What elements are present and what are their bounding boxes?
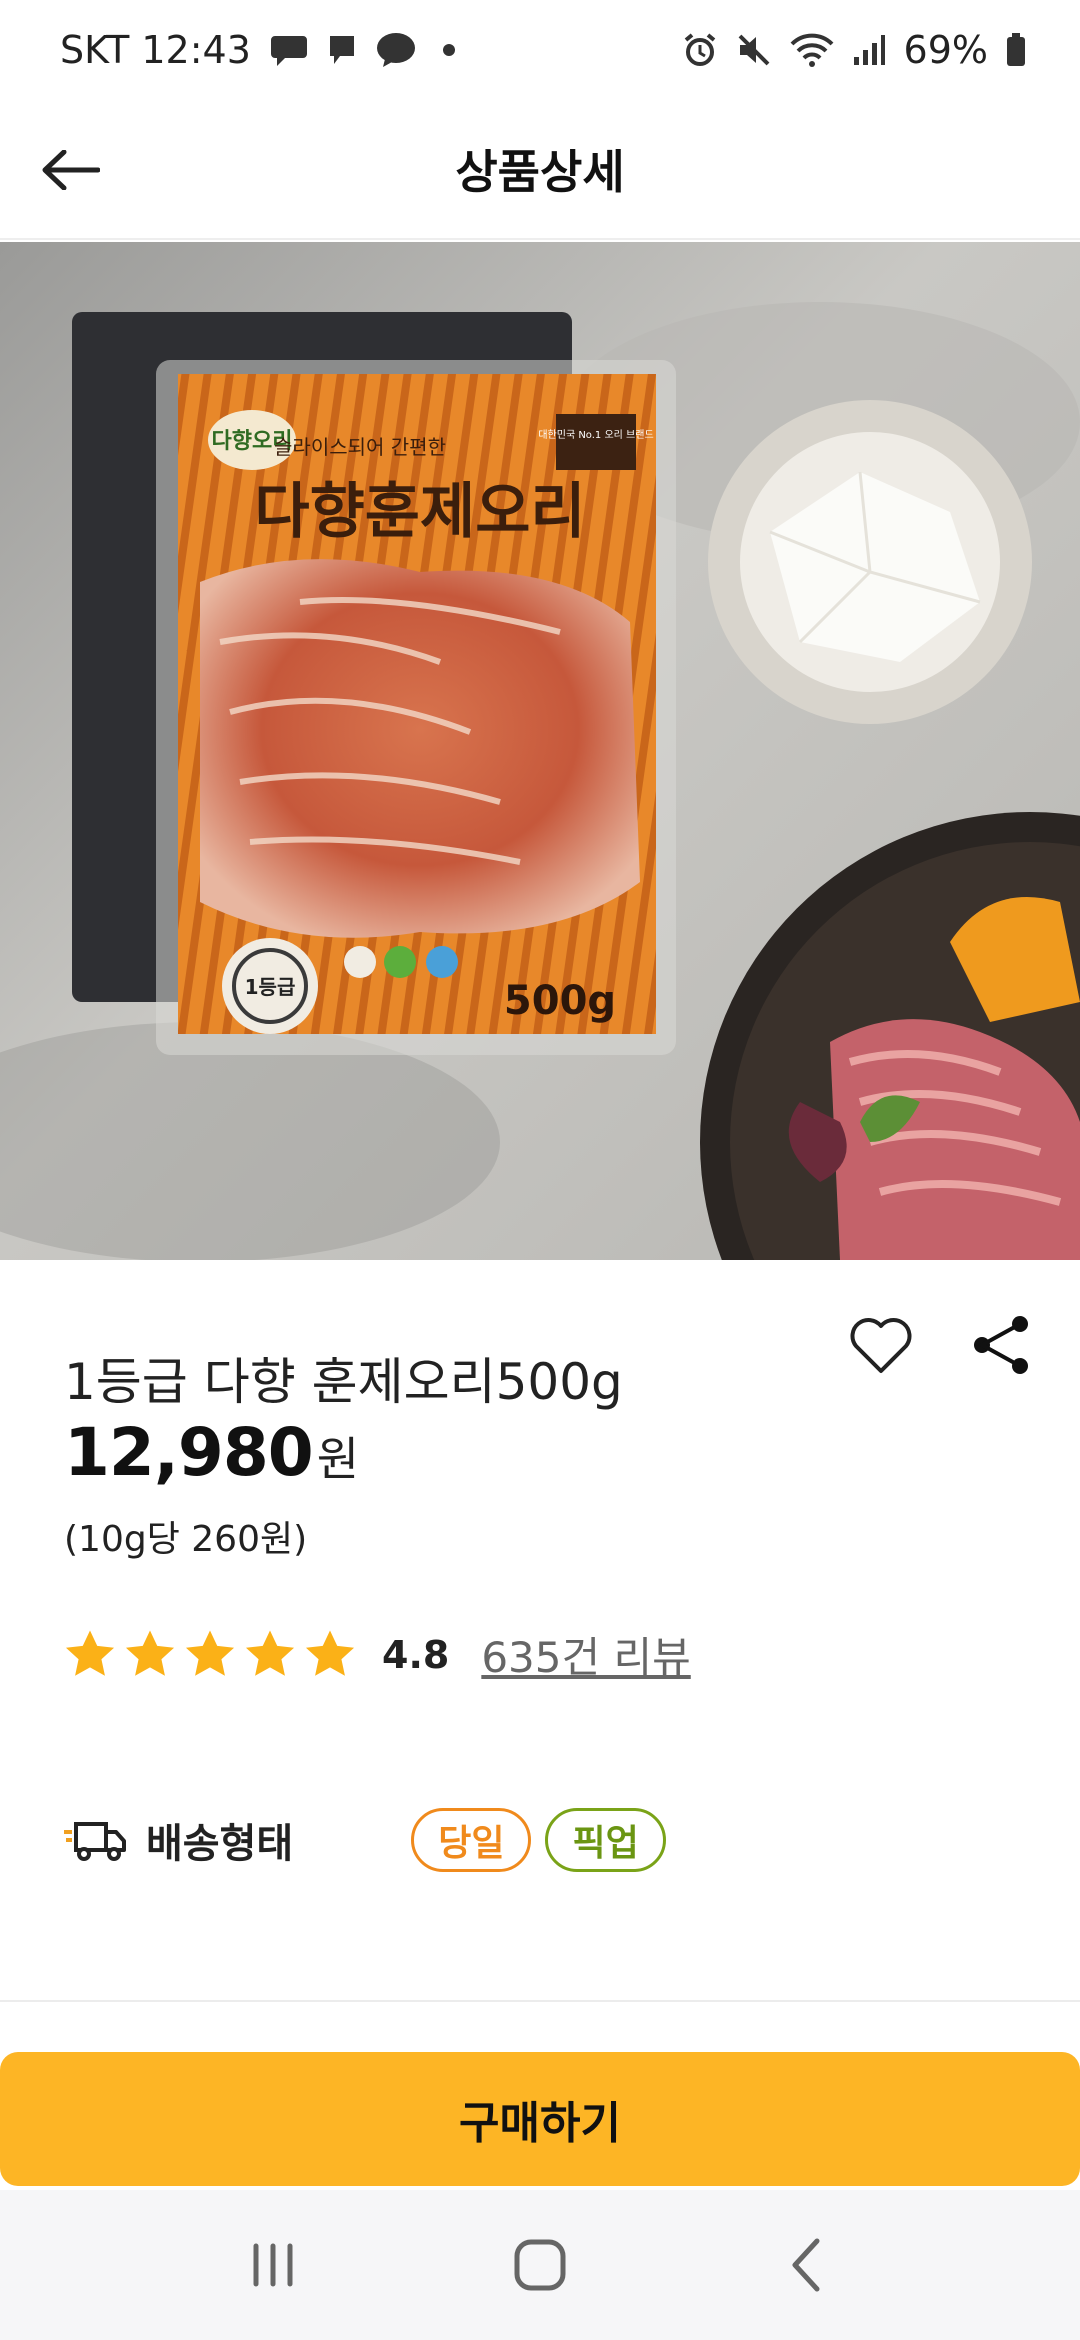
home-icon: [514, 2239, 566, 2291]
delivery-label: 배송형태: [146, 1821, 294, 1867]
unit-price: (10g당 260원): [64, 1519, 308, 1560]
product-price: 12,980: [64, 1414, 314, 1491]
recent-apps-button[interactable]: [233, 2225, 313, 2305]
star-icon: [305, 1630, 355, 1676]
status-left: SKT 12:43: [60, 28, 455, 72]
share-icon: [974, 1316, 1028, 1374]
product-name: 1등급 다향 훈제오리500g: [64, 1353, 623, 1411]
star-icon: [245, 1630, 295, 1676]
delivery-row: 배송형태 당일 픽업: [62, 1808, 666, 1872]
status-right: 69%: [682, 28, 1026, 72]
heart-icon: [850, 1318, 912, 1373]
star-icon: [65, 1630, 115, 1676]
carrier-time: SKT 12:43: [60, 28, 251, 72]
delivery-truck-icon: [64, 1822, 126, 1861]
star-icon: [125, 1630, 175, 1676]
buy-button[interactable]: 구매하기: [0, 2052, 1080, 2186]
battery-percent: 69%: [903, 28, 988, 72]
package-badge: 1등급: [245, 975, 296, 999]
rating-row: 4.8 635건 리뷰: [62, 1624, 691, 1685]
pickup-badge: 픽업: [545, 1808, 666, 1872]
message-icon: [327, 32, 357, 68]
wifi-icon: [790, 32, 834, 68]
delivery-badges: 당일 픽업: [411, 1808, 666, 1872]
alarm-icon: [682, 32, 718, 68]
price-row: 12,980 원: [64, 1414, 359, 1491]
share-button[interactable]: [966, 1310, 1036, 1380]
status-bar: SKT 12:43 69%: [0, 0, 1080, 100]
star-icon: [185, 1630, 235, 1676]
battery-icon: [1006, 33, 1026, 67]
product-info-card: 1등급 다향 훈제오리500g 12,980 원 (10g당 260원) 4.8…: [0, 1262, 1080, 2002]
package-tagline: 슬라이스되어 간편한: [274, 435, 446, 459]
rating-stars: [62, 1627, 358, 1683]
system-nav-bar: [0, 2190, 1080, 2340]
same-day-badge: 당일: [411, 1808, 532, 1872]
home-button[interactable]: [500, 2225, 580, 2305]
chevron-left-icon: [792, 2238, 820, 2292]
notification-dot-icon: [442, 44, 455, 56]
recent-apps-icon: [253, 2243, 293, 2287]
package-title: 다향훈제오리: [254, 477, 585, 547]
review-link[interactable]: 635건 리뷰: [481, 1624, 690, 1685]
signal-icon: [852, 33, 886, 67]
page-title: 상품상세: [455, 145, 625, 199]
rating-value: 4.8: [382, 1632, 450, 1677]
price-currency: 원: [316, 1432, 360, 1486]
card-actions: [846, 1310, 1036, 1380]
system-back-button[interactable]: [767, 2225, 847, 2305]
wishlist-button[interactable]: [846, 1310, 916, 1380]
chat-bubble-icon: [269, 32, 309, 68]
back-arrow-icon: [42, 150, 100, 190]
mute-icon: [736, 32, 772, 68]
talk-icon: [375, 31, 417, 69]
package-weight: 500g: [504, 978, 616, 1024]
package-rank: 대한민국 No.1 오리 브랜드: [538, 429, 653, 441]
app-header: 상품상세: [0, 100, 1080, 240]
product-image: 다향오리 대한민국 No.1 오리 브랜드 슬라이스되어 간편한 다향훈제오리 …: [0, 242, 1080, 1260]
back-button[interactable]: [30, 130, 110, 210]
